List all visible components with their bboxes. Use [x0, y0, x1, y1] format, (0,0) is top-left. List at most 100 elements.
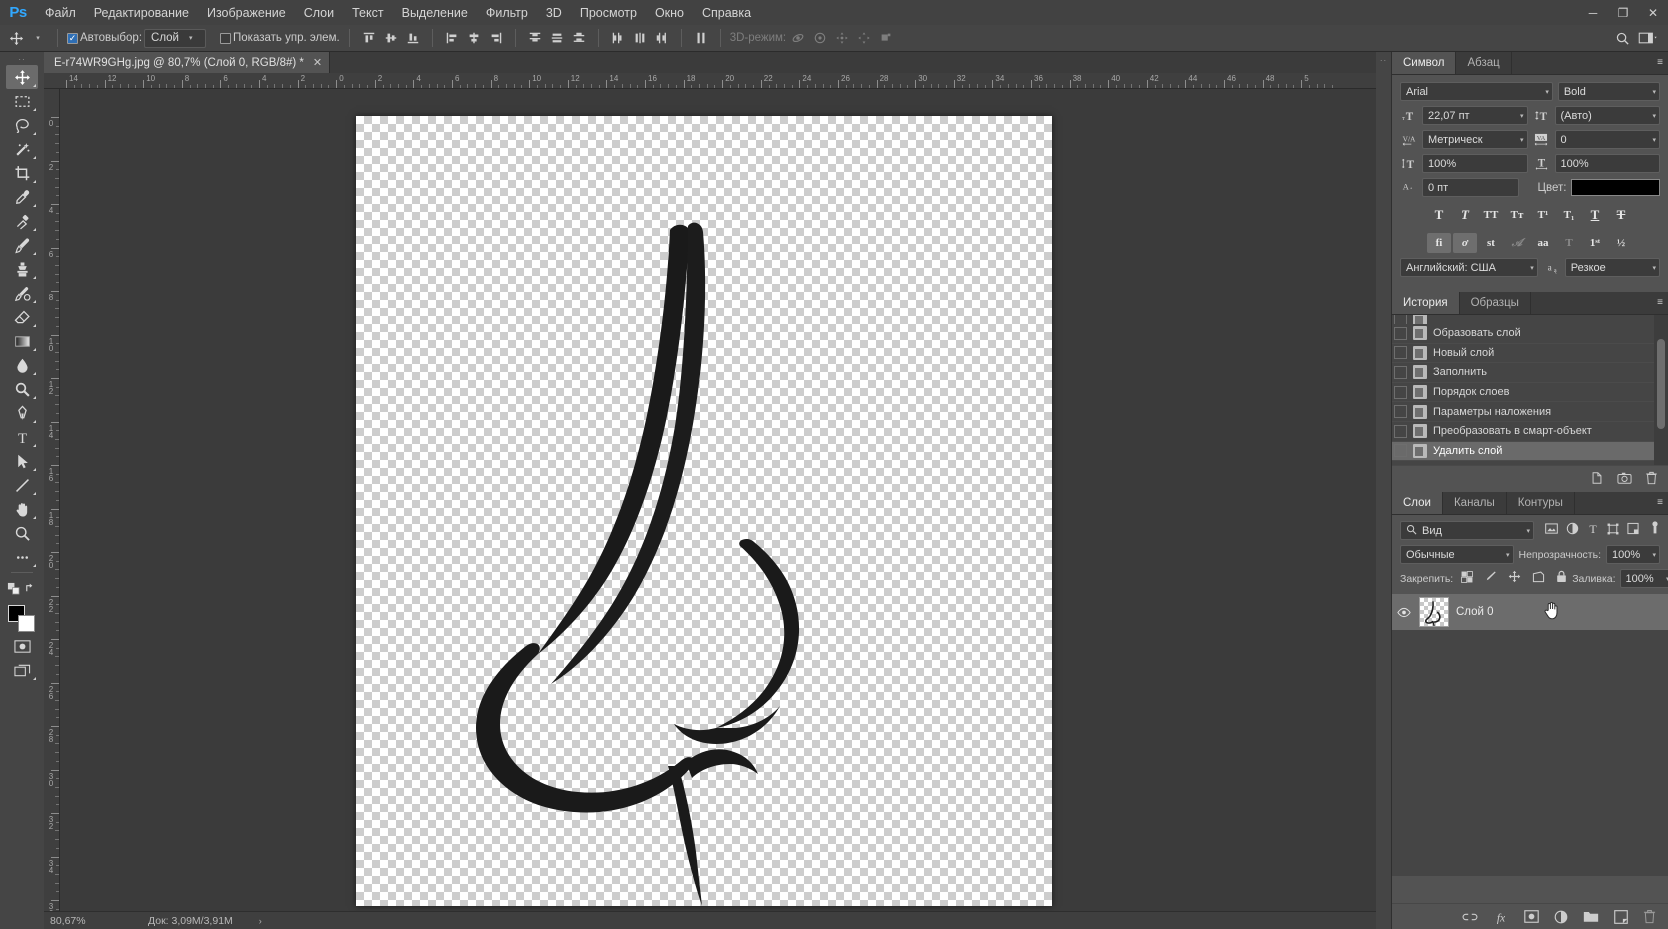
lock-image-pixels-icon[interactable] — [1484, 570, 1497, 588]
distribute-right-icon[interactable] — [652, 28, 672, 48]
menu-select[interactable]: Выделение — [393, 2, 477, 24]
oldstyle-button[interactable]: aa — [1531, 233, 1555, 253]
zoom-tool[interactable] — [6, 521, 38, 545]
leading-input[interactable]: (Авто) ▾ — [1554, 106, 1660, 125]
history-list[interactable]: Образовать слой Новый слой Заполнить Пор… — [1392, 315, 1668, 465]
workspace-switcher-icon[interactable] — [1638, 28, 1658, 48]
align-vertical-centers-icon[interactable] — [381, 28, 401, 48]
new-layer-icon[interactable] — [1614, 909, 1628, 924]
close-icon[interactable]: ✕ — [313, 56, 322, 69]
link-layers-icon[interactable] — [1462, 911, 1478, 923]
delete-layer-icon[interactable] — [1643, 909, 1656, 924]
panel-collapse-rail[interactable]: ·· — [1376, 52, 1392, 929]
menu-filter[interactable]: Фильтр — [477, 2, 537, 24]
filter-pixel-icon[interactable] — [1545, 522, 1558, 540]
history-item[interactable]: Образовать слой — [1392, 324, 1668, 344]
restore-button[interactable]: ❐ — [1608, 0, 1638, 25]
blend-mode-dropdown[interactable]: Обычные ▾ — [1400, 545, 1514, 564]
tab-channels[interactable]: Каналы — [1442, 492, 1507, 514]
auto-select-scope-dropdown[interactable]: Слой ▾ — [144, 28, 207, 48]
roll-3d-icon[interactable] — [810, 28, 830, 48]
pan-3d-icon[interactable] — [832, 28, 852, 48]
magic-wand-tool[interactable] — [6, 137, 38, 161]
spot-healing-brush-tool[interactable] — [6, 209, 38, 233]
search-icon[interactable] — [1612, 28, 1632, 48]
distribute-top-icon[interactable] — [525, 28, 545, 48]
menu-view[interactable]: Просмотр — [571, 2, 646, 24]
add-layer-mask-icon[interactable] — [1524, 910, 1539, 923]
crop-tool[interactable] — [6, 161, 38, 185]
pen-tool[interactable] — [6, 401, 38, 425]
edit-toolbar-button[interactable] — [6, 545, 38, 569]
tab-paragraph[interactable]: Абзац — [1456, 52, 1512, 74]
history-snapshot-box[interactable] — [1394, 365, 1407, 379]
panel-menu-icon[interactable]: ≡ — [1657, 58, 1663, 68]
lock-all-icon[interactable] — [1556, 570, 1567, 588]
subscript-button[interactable]: T₁ — [1557, 205, 1581, 225]
history-brush-tool[interactable] — [6, 281, 38, 305]
baseline-shift-input[interactable]: 0 пт — [1422, 178, 1519, 197]
zoom-level[interactable]: 80,67% — [44, 915, 124, 927]
menu-window[interactable]: Окно — [646, 2, 693, 24]
background-color-swatch[interactable] — [18, 615, 35, 632]
distribute-spacing-icon[interactable] — [691, 28, 711, 48]
type-tool[interactable]: T — [6, 425, 38, 449]
auto-select-checkbox[interactable]: ✓ — [67, 32, 78, 44]
distribute-horizontal-center-icon[interactable] — [630, 28, 650, 48]
standard-ligatures-button[interactable]: fi — [1427, 233, 1451, 253]
dodge-tool[interactable] — [6, 377, 38, 401]
lock-transparent-pixels-icon[interactable] — [1461, 570, 1474, 588]
align-top-edges-icon[interactable] — [359, 28, 379, 48]
swash-button[interactable]: 𝒜 — [1505, 233, 1529, 253]
small-caps-button[interactable]: Tт — [1505, 205, 1529, 225]
eyedropper-tool[interactable] — [6, 185, 38, 209]
lock-artboard-nesting-icon[interactable] — [1532, 570, 1545, 588]
history-snapshot-box[interactable] — [1394, 346, 1407, 360]
text-color-swatch[interactable] — [1571, 179, 1660, 196]
tab-layers[interactable]: Слои — [1392, 492, 1443, 514]
align-left-edges-icon[interactable] — [442, 28, 462, 48]
lasso-tool[interactable] — [6, 113, 38, 137]
menu-text[interactable]: Текст — [343, 2, 392, 24]
new-group-icon[interactable] — [1583, 910, 1599, 923]
menu-image[interactable]: Изображение — [198, 2, 295, 24]
all-caps-button[interactable]: TT — [1479, 205, 1503, 225]
new-adjustment-layer-icon[interactable] — [1554, 910, 1568, 924]
layer-row[interactable]: Слой 0 — [1392, 594, 1668, 630]
line-tool[interactable] — [6, 473, 38, 497]
distribute-bottom-icon[interactable] — [569, 28, 589, 48]
history-snapshot-box[interactable] — [1394, 444, 1407, 458]
antialias-dropdown[interactable]: Резкое ▾ — [1564, 258, 1660, 277]
path-selection-tool[interactable] — [6, 449, 38, 473]
menu-3d[interactable]: 3D — [537, 2, 571, 24]
blur-tool[interactable] — [6, 353, 38, 377]
status-expand-icon[interactable]: › — [233, 916, 262, 926]
layer-filter-dropdown[interactable]: Вид ▾ — [1400, 521, 1534, 540]
tab-character[interactable]: Символ — [1392, 52, 1457, 74]
brush-tool[interactable] — [6, 233, 38, 257]
fractions-button[interactable]: ½ — [1609, 233, 1633, 253]
underline-button[interactable]: T — [1583, 205, 1607, 225]
history-item-partial[interactable] — [1392, 315, 1668, 324]
filter-smart-object-icon[interactable] — [1627, 522, 1639, 540]
history-item[interactable]: Новый слой — [1392, 344, 1668, 364]
show-transform-controls-checkbox[interactable]: ✓ — [220, 32, 232, 44]
align-bottom-edges-icon[interactable] — [403, 28, 423, 48]
history-item[interactable]: Параметры наложения — [1392, 402, 1668, 422]
move-tool-options-icon[interactable] — [6, 28, 26, 48]
panel-menu-icon[interactable]: ≡ — [1657, 498, 1663, 508]
tab-swatches[interactable]: Образцы — [1459, 292, 1531, 314]
font-family-dropdown[interactable]: Arial ▾ — [1400, 82, 1553, 101]
create-snapshot-icon[interactable] — [1617, 471, 1632, 485]
font-style-dropdown[interactable]: Bold ▾ — [1557, 82, 1660, 101]
layer-style-fx-icon[interactable]: fx — [1493, 910, 1509, 924]
close-button[interactable]: ✕ — [1638, 0, 1668, 25]
distribute-vertical-center-icon[interactable] — [547, 28, 567, 48]
menu-edit[interactable]: Редактирование — [85, 2, 198, 24]
superscript-button[interactable]: T¹ — [1531, 205, 1555, 225]
tab-paths[interactable]: Контуры — [1506, 492, 1575, 514]
strikethrough-button[interactable]: T — [1609, 205, 1633, 225]
panel-menu-icon[interactable]: ≡ — [1657, 298, 1663, 308]
discretionary-ligatures-button[interactable]: st — [1479, 233, 1503, 253]
document-canvas[interactable] — [356, 116, 1052, 906]
